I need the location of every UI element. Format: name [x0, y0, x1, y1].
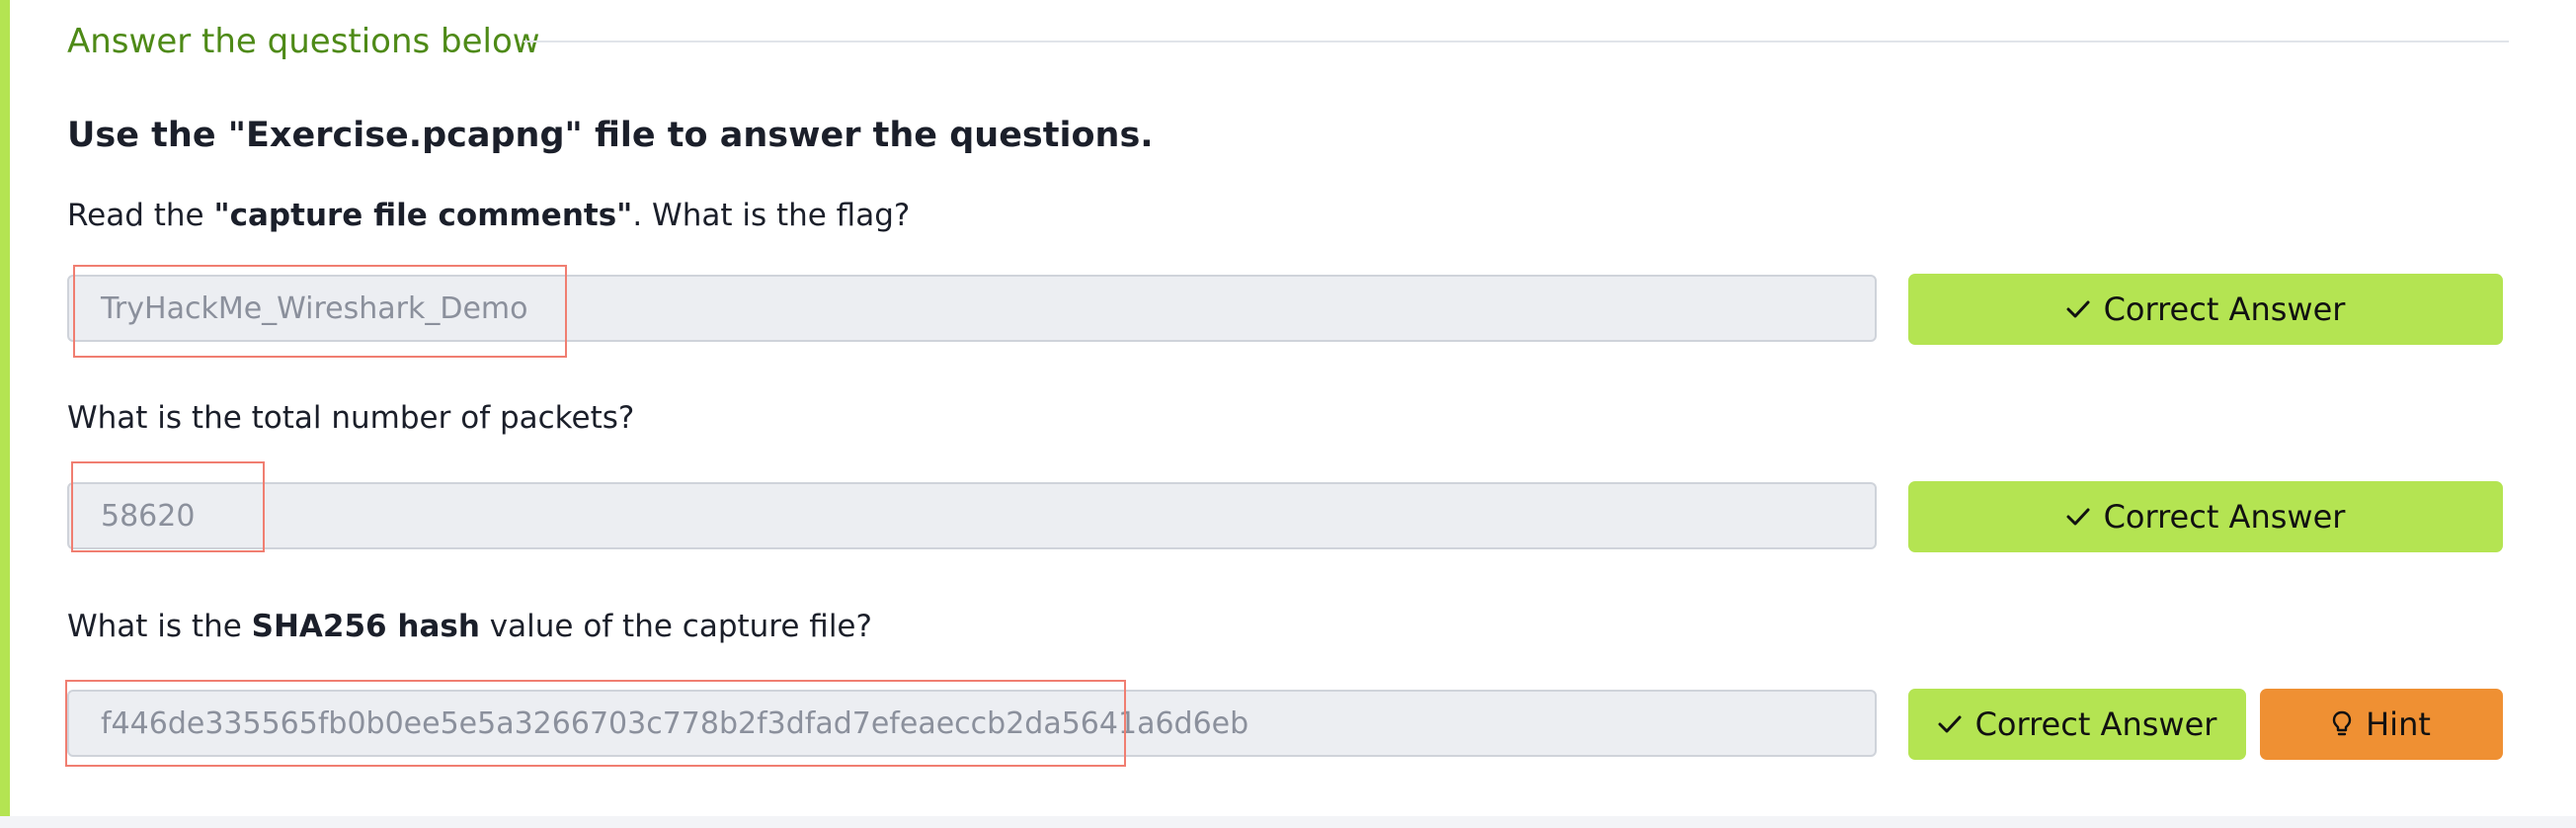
question-1-answer-value: TryHackMe_Wireshark_Demo	[101, 291, 528, 326]
check-icon	[2066, 508, 2090, 526]
task-heading: Use the "Exercise.pcapng" file to answer…	[67, 116, 1154, 155]
question-2-answer-value: 58620	[101, 499, 196, 534]
question-1-text-end: . What is the flag?	[632, 198, 911, 233]
question-3-answer-field[interactable]: f446de335565fb0b0ee5e5a3266703c778b2f3df…	[67, 690, 1877, 757]
question-1-answer-field[interactable]: TryHackMe_Wireshark_Demo	[67, 275, 1877, 342]
section-divider	[523, 41, 2509, 42]
question-2-text-start: What is the total number of packets?	[67, 400, 635, 436]
question-2-text: What is the total number of packets?	[67, 396, 634, 440]
question-3-text-bold: SHA256 hash	[251, 609, 480, 644]
questions-card: Answer the questions below Use the "Exer…	[0, 0, 2576, 816]
check-icon	[2066, 300, 2090, 318]
question-1-text: Read the "capture file comments". What i…	[67, 194, 910, 237]
question-1-text-bold: "capture file comments"	[213, 198, 633, 233]
question-1-correct-answer-button[interactable]: Correct Answer	[1908, 274, 2503, 345]
question-3-answer-value: f446de335565fb0b0ee5e5a3266703c778b2f3df…	[101, 706, 1249, 741]
question-3-text-start: What is the	[67, 609, 252, 644]
question-2-answer-field[interactable]: 58620	[67, 482, 1877, 549]
question-2-button-label: Correct Answer	[2103, 498, 2346, 536]
hint-button-label: Hint	[2366, 705, 2431, 743]
question-3-text-end: value of the capture file?	[479, 609, 872, 644]
question-3-text: What is the SHA256 hash value of the cap…	[67, 605, 872, 648]
question-1-button-label: Correct Answer	[2103, 290, 2346, 328]
hint-button[interactable]: Hint	[2260, 689, 2503, 760]
question-3-button-label: Correct Answer	[1974, 705, 2217, 743]
section-title: Answer the questions below	[67, 22, 540, 61]
question-2-correct-answer-button[interactable]: Correct Answer	[1908, 481, 2503, 552]
question-3-correct-answer-button[interactable]: Correct Answer	[1908, 689, 2246, 760]
lightbulb-icon	[2332, 710, 2352, 736]
question-1-text-start: Read the	[67, 198, 214, 233]
check-icon	[1938, 715, 1962, 733]
